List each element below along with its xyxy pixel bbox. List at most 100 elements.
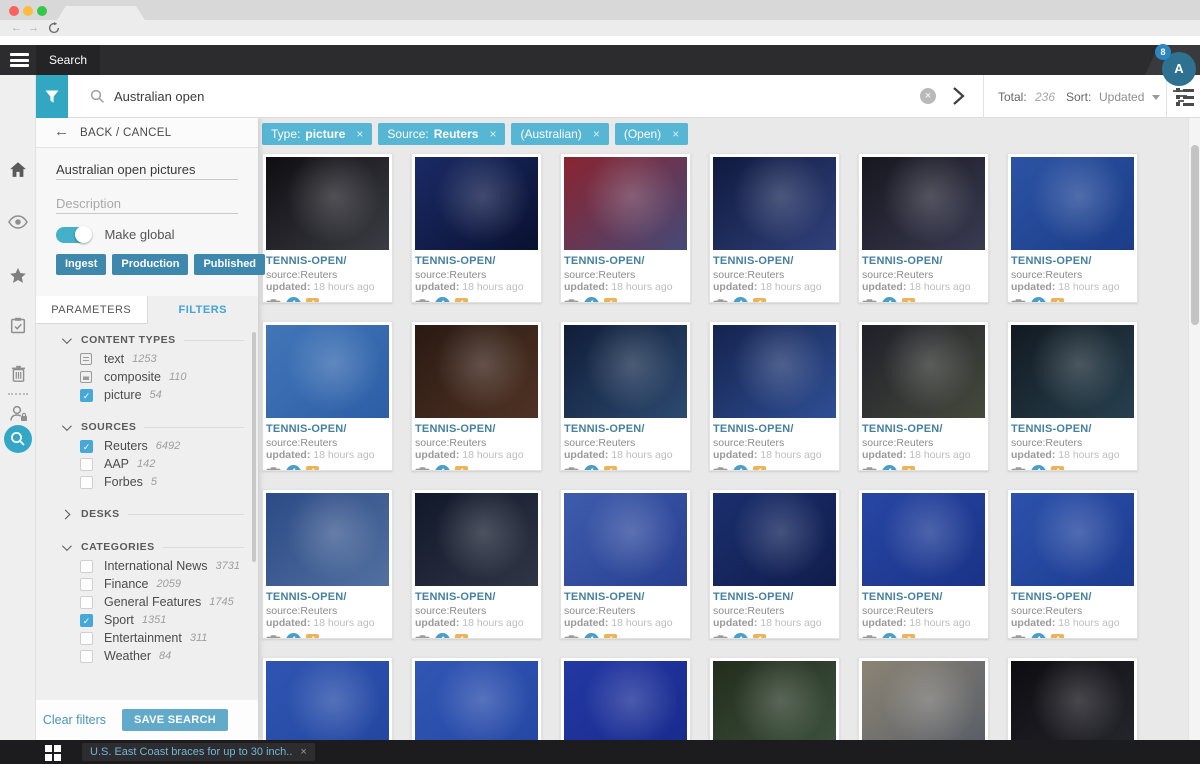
- next-page-icon[interactable]: [950, 86, 966, 106]
- result-card[interactable]: TENNIS-OPEN/source:Reutersupdated: 18 ho…: [1007, 489, 1138, 639]
- result-thumbnail[interactable]: [713, 157, 836, 250]
- result-thumbnail[interactable]: [862, 157, 985, 250]
- tab-search[interactable]: Search: [36, 45, 100, 75]
- result-thumbnail[interactable]: [862, 493, 985, 586]
- filter-item[interactable]: International News 3731: [36, 557, 258, 575]
- result-card[interactable]: TENNIS-OPEN/source:Reutersupdated: 18 ho…: [560, 321, 691, 471]
- search-name-field[interactable]: [56, 160, 238, 180]
- filter-item[interactable]: composite 110: [36, 368, 258, 386]
- result-thumbnail[interactable]: [713, 661, 836, 740]
- result-thumbnail[interactable]: [415, 325, 538, 418]
- checkbox-icon[interactable]: [80, 595, 93, 609]
- sort-dropdown[interactable]: Updated: [1099, 90, 1144, 104]
- checkbox-icon[interactable]: [80, 559, 93, 573]
- filter-chip[interactable]: (Open) ×: [614, 123, 689, 145]
- checkbox-checked-icon[interactable]: ✓: [80, 613, 93, 627]
- result-card[interactable]: TENNIS-OPEN/source:Reutersupdated: 18 ho…: [411, 321, 542, 471]
- result-card[interactable]: TENNIS-OPEN/source:Reutersupdated: 18 ho…: [262, 489, 393, 639]
- result-card[interactable]: TENNIS-OPEN/source:Reutersupdated: 18 ho…: [262, 657, 393, 740]
- filter-item[interactable]: ✓ Reuters 6492: [36, 437, 258, 455]
- eye-icon[interactable]: [0, 215, 36, 234]
- filter-item[interactable]: ✓ picture 54: [36, 386, 258, 404]
- section-header[interactable]: CONTENT TYPES: [36, 330, 258, 350]
- chip-remove-icon[interactable]: ×: [489, 123, 496, 145]
- minimize-window-button[interactable]: [23, 6, 33, 16]
- checkbox-checked-icon[interactable]: ✓: [80, 439, 93, 453]
- trash-icon[interactable]: [0, 365, 36, 387]
- result-card[interactable]: TENNIS-OPEN/source:Reutersupdated: 18 ho…: [1007, 657, 1138, 740]
- result-card[interactable]: TENNIS-OPEN/source:Reutersupdated: 18 ho…: [858, 657, 989, 740]
- list-view-icon[interactable]: [1176, 88, 1194, 109]
- result-thumbnail[interactable]: [266, 661, 389, 740]
- filter-item[interactable]: AAP 142: [36, 455, 258, 473]
- zoom-window-button[interactable]: [37, 6, 47, 16]
- search-circle-icon[interactable]: [4, 425, 32, 453]
- result-thumbnail[interactable]: [266, 493, 389, 586]
- tab-parameters[interactable]: PARAMETERS: [36, 296, 148, 324]
- reload-icon[interactable]: [48, 22, 60, 34]
- menu-icon[interactable]: [10, 53, 29, 67]
- star-icon[interactable]: [0, 267, 36, 289]
- result-thumbnail[interactable]: [713, 493, 836, 586]
- filter-chip[interactable]: (Australian) ×: [511, 123, 609, 145]
- result-card[interactable]: TENNIS-OPEN/source:Reutersupdated: 18 ho…: [709, 489, 840, 639]
- panel-scrollbar[interactable]: [252, 332, 256, 562]
- clear-filters-link[interactable]: Clear filters: [43, 713, 106, 727]
- filter-item[interactable]: General Features 1745: [36, 593, 258, 611]
- result-card[interactable]: TENNIS-OPEN/source:Reutersupdated: 18 ho…: [709, 321, 840, 471]
- save-search-button[interactable]: SAVE SEARCH: [122, 709, 228, 731]
- result-card[interactable]: TENNIS-OPEN/source:Reutersupdated: 18 ho…: [262, 321, 393, 471]
- result-thumbnail[interactable]: [564, 157, 687, 250]
- section-header[interactable]: CATEGORIES: [36, 537, 258, 557]
- chip-remove-icon[interactable]: ×: [356, 123, 363, 145]
- make-global-toggle[interactable]: [56, 225, 92, 243]
- clear-search-icon[interactable]: ×: [920, 88, 936, 104]
- news-ticker[interactable]: U.S. East Coast braces for up to 30 inch…: [82, 743, 315, 761]
- filter-item[interactable]: Forbes 5: [36, 473, 258, 491]
- address-bar[interactable]: [0, 36, 1200, 45]
- ticker-close-icon[interactable]: ×: [300, 746, 306, 758]
- result-thumbnail[interactable]: [1011, 325, 1134, 418]
- result-card[interactable]: TENNIS-OPEN/source:Reutersupdated: 18 ho…: [262, 153, 393, 303]
- filter-item[interactable]: Finance 2059: [36, 575, 258, 593]
- result-card[interactable]: TENNIS-OPEN/source:Reutersupdated: 18 ho…: [1007, 153, 1138, 303]
- result-thumbnail[interactable]: [862, 661, 985, 740]
- page-scrollbar[interactable]: [1188, 118, 1200, 740]
- result-card[interactable]: TENNIS-OPEN/source:Reutersupdated: 18 ho…: [560, 153, 691, 303]
- result-card[interactable]: TENNIS-OPEN/source:Reutersupdated: 18 ho…: [411, 489, 542, 639]
- result-thumbnail[interactable]: [564, 325, 687, 418]
- section-header[interactable]: DESKS: [36, 504, 258, 524]
- result-card[interactable]: TENNIS-OPEN/source:Reutersupdated: 18 ho…: [411, 657, 542, 740]
- browser-back-icon[interactable]: ←: [11, 21, 22, 35]
- result-card[interactable]: TENNIS-OPEN/source:Reutersupdated: 18 ho…: [560, 489, 691, 639]
- search-input[interactable]: [114, 85, 734, 107]
- home-icon[interactable]: [0, 161, 36, 183]
- result-thumbnail[interactable]: [415, 493, 538, 586]
- result-card[interactable]: TENNIS-OPEN/source:Reutersupdated: 18 ho…: [709, 153, 840, 303]
- result-card[interactable]: TENNIS-OPEN/source:Reutersupdated: 18 ho…: [858, 153, 989, 303]
- scrollbar-thumb[interactable]: [1191, 145, 1199, 325]
- back-cancel-button[interactable]: ← BACK / CANCEL: [36, 118, 258, 148]
- result-thumbnail[interactable]: [415, 661, 538, 740]
- result-card[interactable]: TENNIS-OPEN/source:Reutersupdated: 18 ho…: [858, 489, 989, 639]
- published-button[interactable]: Published: [194, 254, 266, 275]
- result-thumbnail[interactable]: [564, 493, 687, 586]
- result-card[interactable]: TENNIS-OPEN/source:Reutersupdated: 18 ho…: [1007, 321, 1138, 471]
- filter-toggle-button[interactable]: [36, 75, 68, 118]
- result-thumbnail[interactable]: [266, 157, 389, 250]
- result-thumbnail[interactable]: [564, 661, 687, 740]
- chip-remove-icon[interactable]: ×: [672, 123, 679, 145]
- checkbox-icon[interactable]: [80, 649, 93, 663]
- result-thumbnail[interactable]: [1011, 493, 1134, 586]
- result-thumbnail[interactable]: [1011, 661, 1134, 740]
- description-field[interactable]: [56, 194, 238, 214]
- production-button[interactable]: Production: [112, 254, 189, 275]
- filter-chip[interactable]: Type: picture ×: [262, 123, 373, 145]
- result-card[interactable]: TENNIS-OPEN/source:Reutersupdated: 18 ho…: [858, 321, 989, 471]
- tab-filters[interactable]: FILTERS: [148, 296, 259, 324]
- filter-item[interactable]: Weather 84: [36, 647, 258, 665]
- result-thumbnail[interactable]: [266, 325, 389, 418]
- checkbox-icon[interactable]: [80, 631, 93, 645]
- filter-item[interactable]: ✓ Sport 1351: [36, 611, 258, 629]
- browser-forward-icon[interactable]: →: [28, 21, 39, 35]
